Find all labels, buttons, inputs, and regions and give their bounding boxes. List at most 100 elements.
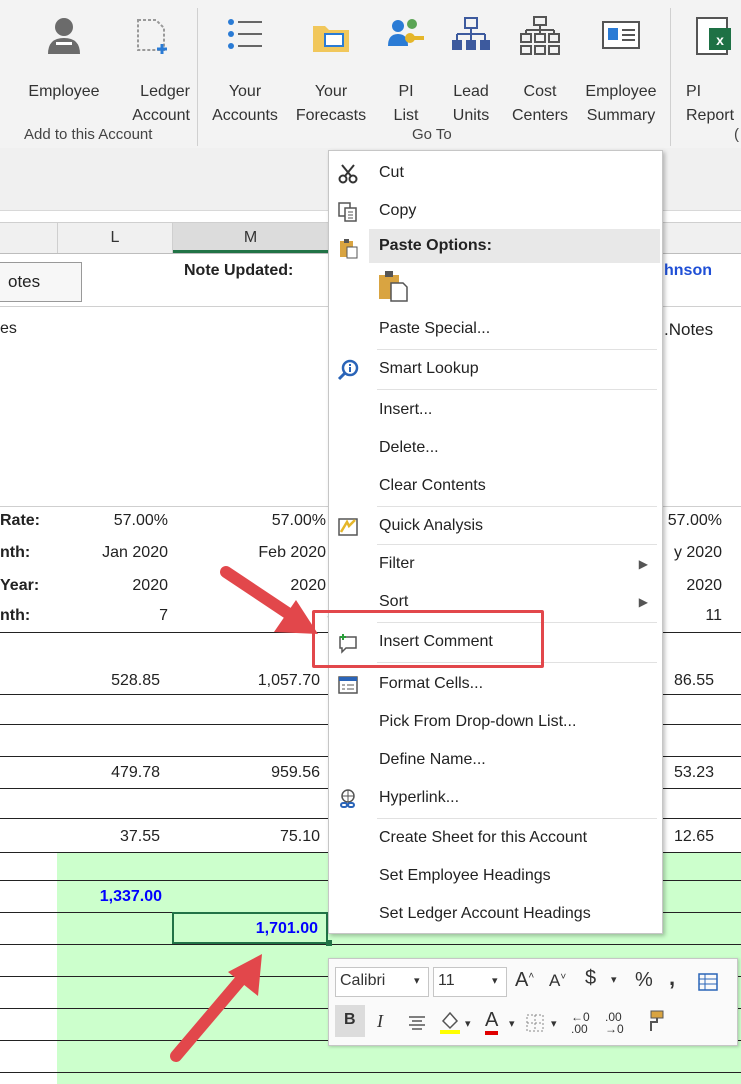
- comma-style-button[interactable]: ,: [669, 965, 675, 991]
- cell-r-total-2[interactable]: 53.23: [664, 764, 714, 782]
- decrease-font-icon[interactable]: A˅: [549, 971, 566, 991]
- submenu-arrow-icon: ▶: [638, 557, 648, 571]
- employee-button[interactable]: Employee: [20, 14, 108, 124]
- increase-font-icon[interactable]: A˄: [515, 969, 534, 992]
- group-add-label: Add to this Account: [24, 126, 153, 143]
- cell-m-total-1[interactable]: 1,057.70: [176, 672, 320, 690]
- menu-item-format-cells[interactable]: Format Cells...: [329, 666, 662, 702]
- menu-separator: [377, 506, 657, 507]
- cell-r-total-3[interactable]: 12.65: [664, 828, 714, 846]
- font-name-dropdown[interactable]: Calibri ▾: [335, 967, 429, 997]
- list-icon: [228, 19, 262, 49]
- cell-l-total-1[interactable]: 528.85: [60, 672, 160, 690]
- menu-header-paste-options: Paste Options:: [329, 229, 662, 263]
- menu-item-quick-analysis[interactable]: Quick Analysis: [329, 508, 662, 544]
- menu-item-define-name[interactable]: Define Name...: [329, 742, 662, 778]
- menu-item-create-sheet[interactable]: Create Sheet for this Account: [329, 820, 662, 856]
- context-menu: Cut Copy Paste Options: Paste Special...…: [328, 150, 663, 934]
- currency-button[interactable]: $: [585, 967, 596, 990]
- menu-label-paste-special: Paste Special...: [379, 320, 491, 337]
- column-header-m[interactable]: M: [173, 223, 329, 253]
- cell-m-rate[interactable]: 57.00%: [176, 512, 326, 530]
- menu-item-hyperlink[interactable]: Hyperlink...: [329, 780, 662, 816]
- cell-r-rate[interactable]: 57.00%: [664, 512, 722, 530]
- ledger-account-label: Ledger Account: [132, 83, 190, 124]
- notes-button[interactable]: otes: [0, 262, 82, 302]
- decrease-decimal-icon[interactable]: .00 →0: [605, 1011, 624, 1035]
- align-center-icon[interactable]: [407, 1013, 427, 1033]
- borders-icon[interactable]: [525, 1013, 545, 1033]
- menu-label-hyperlink: Hyperlink...: [379, 789, 460, 806]
- your-accounts-button[interactable]: Your Accounts: [202, 14, 288, 124]
- ledger-account-button[interactable]: Ledger Account: [110, 14, 190, 124]
- menu-label-delete: Delete...: [379, 439, 439, 456]
- copy-icon: [338, 202, 357, 222]
- employee-summary-button[interactable]: Employee Summary: [578, 14, 664, 124]
- font-size-value: 11: [438, 972, 455, 989]
- menu-item-delete[interactable]: Delete...: [329, 430, 662, 466]
- menu-item-paste-special[interactable]: Paste Special...: [329, 311, 662, 347]
- row-label-month-num: nth:: [0, 607, 31, 624]
- menu-item-pick-dropdown[interactable]: Pick From Drop-down List...: [329, 704, 662, 740]
- employee-summary-label: Employee Summary: [585, 83, 657, 124]
- table-format-icon[interactable]: [697, 971, 719, 993]
- menu-item-clear-contents[interactable]: Clear Contents: [329, 468, 662, 504]
- hyperlink-icon: [340, 789, 355, 808]
- cell-m-blue-value[interactable]: 1,701.00: [176, 920, 318, 938]
- cell-l-total-3[interactable]: 37.55: [60, 828, 160, 846]
- lead-units-label: Lead Units: [452, 83, 490, 124]
- fill-handle[interactable]: [326, 940, 332, 946]
- lead-units-button[interactable]: Lead Units: [440, 14, 502, 124]
- cell-l-rate[interactable]: 57.00%: [60, 512, 168, 530]
- fill-color-icon[interactable]: [437, 1009, 463, 1035]
- row-label-rate: Rate:: [0, 512, 41, 529]
- format-painter-icon[interactable]: [641, 1009, 665, 1033]
- chevron-down-icon: ▾: [414, 975, 420, 987]
- menu-label-copy: Copy: [379, 202, 417, 219]
- font-color-icon[interactable]: A: [485, 1009, 499, 1035]
- your-forecasts-button[interactable]: Your Forecasts: [290, 14, 372, 124]
- paste-icon[interactable]: [375, 269, 409, 303]
- ledger-add-icon: [137, 19, 167, 54]
- scissors-icon: [338, 164, 358, 184]
- menu-item-set-employee-headings[interactable]: Set Employee Headings: [329, 858, 662, 894]
- pi-report-button[interactable]: x PI Report: [678, 14, 741, 124]
- group-separator: [670, 8, 671, 146]
- menu-item-filter[interactable]: Filter ▶: [329, 546, 662, 582]
- pi-list-button[interactable]: PI List: [376, 14, 436, 124]
- cost-centers-button[interactable]: Cost Centers: [504, 14, 576, 124]
- menu-item-set-ledger-headings[interactable]: Set Ledger Account Headings: [329, 896, 662, 932]
- italic-button[interactable]: I: [377, 1011, 383, 1032]
- cell-m-year[interactable]: 2020: [176, 577, 326, 595]
- cell-l-month-num[interactable]: 7: [60, 607, 168, 625]
- menu-separator: [377, 544, 657, 545]
- your-forecasts-label: Your Forecasts: [295, 83, 367, 124]
- menu-item-copy[interactable]: Copy: [329, 193, 662, 229]
- cell-m-month[interactable]: Feb 2020: [176, 544, 326, 562]
- cell-r-month-num[interactable]: 11: [664, 607, 722, 625]
- percent-button[interactable]: %: [635, 969, 653, 992]
- cell-l-year[interactable]: 2020: [60, 577, 168, 595]
- cell-l-total-2[interactable]: 479.78: [60, 764, 160, 782]
- cell-l-blue-value[interactable]: 1,337.00: [60, 888, 162, 906]
- pi-report-label: PI Report: [686, 83, 735, 124]
- menu-item-smart-lookup[interactable]: Smart Lookup: [329, 351, 662, 387]
- cell-m-total-3[interactable]: 75.10: [176, 828, 320, 846]
- insert-comment-highlight: [312, 610, 544, 668]
- cell-r-month[interactable]: y 2020: [664, 544, 722, 562]
- cell-l-month[interactable]: Jan 2020: [60, 544, 168, 562]
- cell-r-total-1[interactable]: 86.55: [664, 672, 714, 690]
- svg-text:x: x: [716, 32, 724, 48]
- font-size-dropdown[interactable]: 11 ▾: [433, 967, 507, 997]
- people-key-icon: [388, 19, 424, 46]
- increase-decimal-icon[interactable]: ←0.00: [571, 1011, 590, 1035]
- column-header-k[interactable]: [0, 223, 58, 253]
- cell-m-total-2[interactable]: 959.56: [176, 764, 320, 782]
- column-header-l[interactable]: L: [58, 223, 173, 253]
- menu-item-cut[interactable]: Cut: [329, 155, 662, 191]
- cell-r-year[interactable]: 2020: [664, 577, 722, 595]
- chevron-down-icon: ▾: [611, 974, 617, 986]
- smart-lookup-icon: [337, 359, 359, 381]
- bold-button[interactable]: B: [335, 1005, 365, 1037]
- menu-item-insert[interactable]: Insert...: [329, 392, 662, 428]
